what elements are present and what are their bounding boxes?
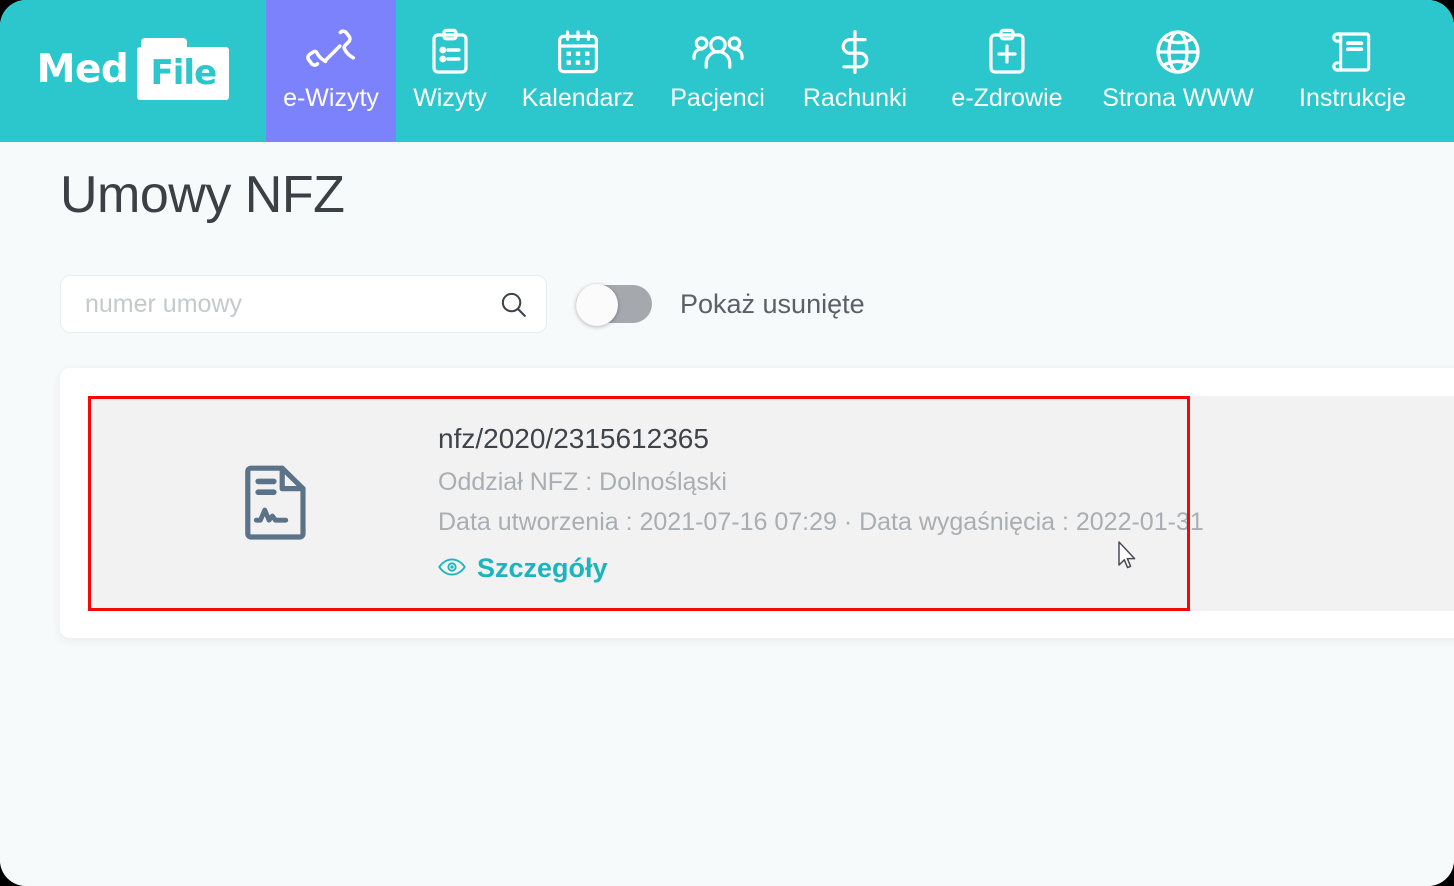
nav-item-label: Pacjenci — [670, 83, 765, 112]
show-deleted-toggle-group[interactable]: Pokaż usunięte — [576, 284, 865, 326]
nav-item-label: e-Zdrowie — [951, 83, 1063, 112]
nav-item-pacjenci[interactable]: Pacjenci — [652, 0, 783, 142]
brand-folder-icon: File — [137, 38, 230, 100]
highlight-box — [88, 396, 1190, 611]
toggle-knob — [576, 284, 618, 326]
nav-item-label: Strona WWW — [1102, 83, 1254, 112]
nav-item-label: Wizyty — [413, 83, 487, 112]
clipboard-plus-icon — [983, 24, 1031, 80]
nav-item-kalendarz[interactable]: Kalendarz — [504, 0, 652, 142]
page-title: Umowy NFZ — [60, 166, 345, 224]
nav-item-rachunki[interactable]: Rachunki — [783, 0, 927, 142]
search-field-wrapper[interactable] — [60, 275, 547, 333]
nav-item-label: Kalendarz — [521, 83, 635, 112]
nav-item-label: Rachunki — [802, 83, 908, 112]
nav-item-label: e-Wizyty — [283, 83, 379, 112]
phone-handset-icon — [306, 24, 356, 80]
search-icon[interactable] — [498, 289, 528, 319]
dollar-sign-icon — [831, 24, 879, 80]
calendar-icon — [554, 24, 602, 80]
nav-item-wizyty[interactable]: Wizyty — [396, 0, 504, 142]
nav-item-strona-www[interactable]: Strona WWW — [1087, 0, 1269, 142]
nav-item-e-wizyty[interactable]: e-Wizyty — [266, 0, 396, 142]
globe-icon — [1153, 24, 1203, 80]
show-deleted-label: Pokaż usunięte — [680, 288, 865, 319]
nav-item-instrukcje[interactable]: Instrukcje — [1269, 0, 1436, 142]
app-window: Med File e-Wizyty Wizyty Kalendarz Pacje… — [0, 0, 1454, 886]
nav-item-e-zdrowie[interactable]: e-Zdrowie — [927, 0, 1087, 142]
page-body: Umowy NFZ Pokaż usunięte — [0, 142, 1454, 886]
search-input[interactable] — [61, 276, 546, 332]
people-group-icon — [691, 24, 744, 80]
nav-item-label: Instrukcje — [1299, 83, 1406, 112]
brand-logo-file-text: File — [150, 52, 218, 93]
filter-row: Pokaż usunięte — [60, 274, 1400, 334]
brand-logo-med-text: Med — [36, 46, 129, 92]
top-navigation-bar: Med File e-Wizyty Wizyty Kalendarz Pacje… — [0, 0, 1454, 142]
contracts-list-card: nfz/2020/2315612365 Oddział NFZ : Dolnoś… — [60, 368, 1454, 638]
show-deleted-toggle[interactable] — [576, 284, 652, 326]
brand-logo[interactable]: Med File — [0, 0, 266, 142]
clipboard-list-icon — [426, 24, 474, 80]
book-icon — [1329, 24, 1377, 80]
